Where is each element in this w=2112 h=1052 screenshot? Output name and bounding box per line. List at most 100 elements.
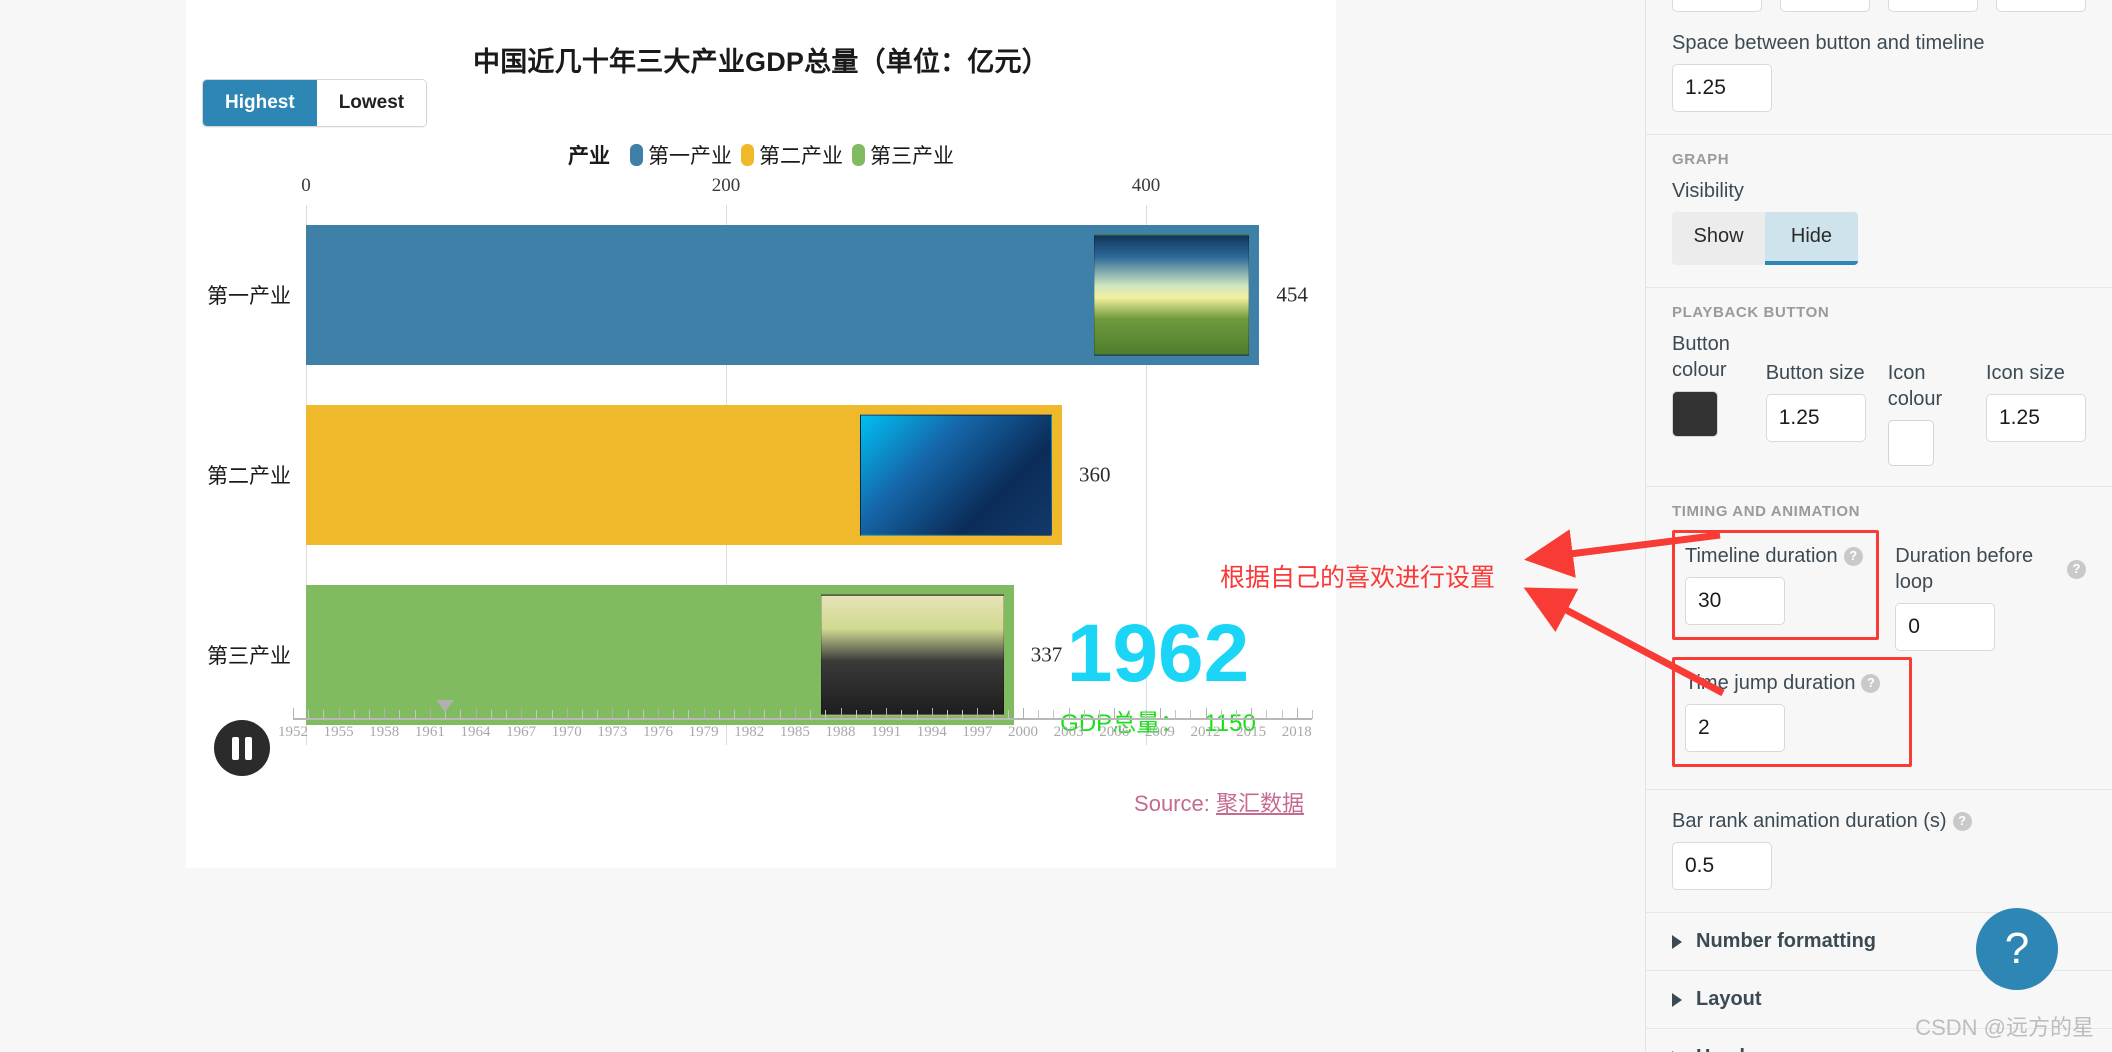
timeline-year-label[interactable]: 2015 [1236,724,1266,741]
timeline-year-label[interactable]: 2003 [1054,724,1084,741]
bar-thumbnail-image [860,414,1052,536]
timeline-tick [764,710,766,719]
legend-item-1[interactable]: 第二产业 [741,140,843,170]
pause-icon-bar [245,736,252,760]
timeline-year-label[interactable]: 1964 [461,724,491,741]
accordion-label: Header [1696,1046,1764,1052]
bar-row: 第二产业 360 [207,404,1314,546]
cutoff-input[interactable] [1780,0,1870,12]
bar-rank-input[interactable]: 0.5 [1672,842,1772,890]
timeline-tick [1007,710,1009,719]
bar[interactable]: 337 [306,584,1062,726]
rank-sort-toggle[interactable]: Highest Lowest [202,79,428,127]
timeline-tick [597,710,599,719]
cutoff-input[interactable] [1672,0,1762,12]
timeline-year-label[interactable]: 1952 [278,724,308,741]
help-icon[interactable]: ? [2067,559,2086,579]
timeline-year-label[interactable]: 2006 [1099,724,1129,741]
button-colour-label: Button colour [1672,333,1730,381]
timeline-year-label[interactable]: 1970 [552,724,582,741]
timeline-duration-highlight: Timeline duration ? 30 [1672,530,1880,640]
timeline-tick [308,710,310,719]
bar-rank-label: Bar rank animation duration (s) [1672,810,1947,832]
timeline-duration-input[interactable]: 30 [1685,577,1785,625]
legend-item-2[interactable]: 第三产业 [852,140,954,170]
icon-colour-swatch[interactable] [1887,420,1934,466]
timeline-tick [338,708,340,719]
timeline-year-label[interactable]: 1967 [506,724,536,741]
timeline-tick [1129,710,1131,719]
button-size-input[interactable]: 1.25 [1765,394,1866,442]
pause-icon-bar [232,736,239,760]
bar[interactable]: 454 [306,224,1308,366]
timeline-year-label[interactable]: 1979 [689,724,719,741]
playback-pause-button[interactable] [214,720,270,776]
icon-size-input[interactable]: 1.25 [1986,394,2086,442]
time-jump-highlight: Time jump duration ? 2 [1672,657,1912,767]
timeline-tick [886,708,888,719]
timeline-tick [1312,710,1313,719]
timeline-duration-label-wrap: Timeline duration ? [1685,543,1866,569]
cutoff-input[interactable] [1996,0,2086,12]
visibility-toggle[interactable]: Show Hide [1672,212,1858,265]
timeline-tick [475,708,477,719]
help-icon[interactable]: ? [1952,811,1972,831]
timeline-year-label[interactable]: 2018 [1282,724,1312,741]
timeline-tick [566,708,568,719]
timeline-year-label[interactable]: 1955 [324,724,354,741]
duration-before-loop-input[interactable]: 0 [1895,603,1996,651]
timeline-slider[interactable]: 1952 1955 1958 1961 1964 1967 1970 1973 1976 1979… [278,700,1313,748]
source-link[interactable]: 聚汇数据 [1216,791,1304,816]
timeline-tick [946,710,948,719]
chart-legend: 产业 第一产业 第二产业 第三产业 [186,140,1336,170]
legend-swatch-icon [852,144,865,166]
time-jump-input[interactable]: 2 [1685,704,1785,752]
x-tick-label: 400 [1131,175,1161,196]
space-between-input[interactable]: 1.25 [1672,64,1772,112]
timing-row-2: Time jump duration ? 2 [1646,651,2112,789]
cutoff-input[interactable] [1888,0,1978,12]
legend-label: 第一产业 [648,145,732,168]
timeline-tick [429,708,431,719]
graph-section-heading: GRAPH [1672,151,1730,168]
help-button[interactable]: ? [1976,908,2058,990]
rank-option-highest[interactable]: Highest [203,80,317,126]
timeline-year-label[interactable]: 1997 [962,724,992,741]
timeline-year-label[interactable]: 1982 [734,724,764,741]
timeline-year-label[interactable]: 2012 [1191,724,1221,741]
timeline-year-label[interactable]: 1994 [917,724,947,741]
timeline-year-label[interactable]: 1991 [871,724,901,741]
bar-value-label: 360 [1079,462,1111,487]
timeline-handle[interactable] [436,700,455,712]
legend-item-0[interactable]: 第一产业 [630,140,732,170]
timeline-tick [749,708,751,719]
duration-before-loop-label-wrap: Duration before loop ? [1895,543,2086,595]
rank-option-lowest[interactable]: Lowest [316,80,427,126]
button-colour-swatch[interactable] [1672,391,1718,437]
visibility-option-hide[interactable]: Hide [1765,212,1858,265]
timeline-year-label[interactable]: 1958 [369,724,399,741]
timeline-year-label[interactable]: 1985 [780,724,810,741]
timeline-year-label[interactable]: 1961 [415,724,445,741]
timeline-tick [521,708,523,719]
timeline-year-label[interactable]: 2000 [1008,724,1038,741]
timeline-tick [916,710,918,719]
help-icon[interactable]: ? [1861,673,1881,693]
timeline-year-label[interactable]: 1973 [597,724,627,741]
timeline-tick [612,708,614,719]
duration-before-loop-field: Duration before loop ? 0 [1895,530,2086,651]
timeline-tick [688,710,690,719]
bar-thumbnail-image [820,594,1004,716]
bar-row: 第一产业 454 [207,224,1314,366]
timeline-tick [992,710,994,719]
timeline-year-label[interactable]: 1988 [826,724,856,741]
timeline-tick [1159,708,1161,719]
timeline-year-label[interactable]: 2009 [1145,724,1175,741]
bar[interactable]: 360 [306,404,1111,546]
playback-fields: Button colour Button size 1.25 Icon colo… [1646,331,2112,486]
visibility-option-show[interactable]: Show [1672,212,1765,265]
timeline-tick [369,710,371,719]
timeline-year-label[interactable]: 1976 [643,724,673,741]
timeline-duration-label: Timeline duration [1685,545,1838,567]
help-icon[interactable]: ? [1843,546,1863,566]
